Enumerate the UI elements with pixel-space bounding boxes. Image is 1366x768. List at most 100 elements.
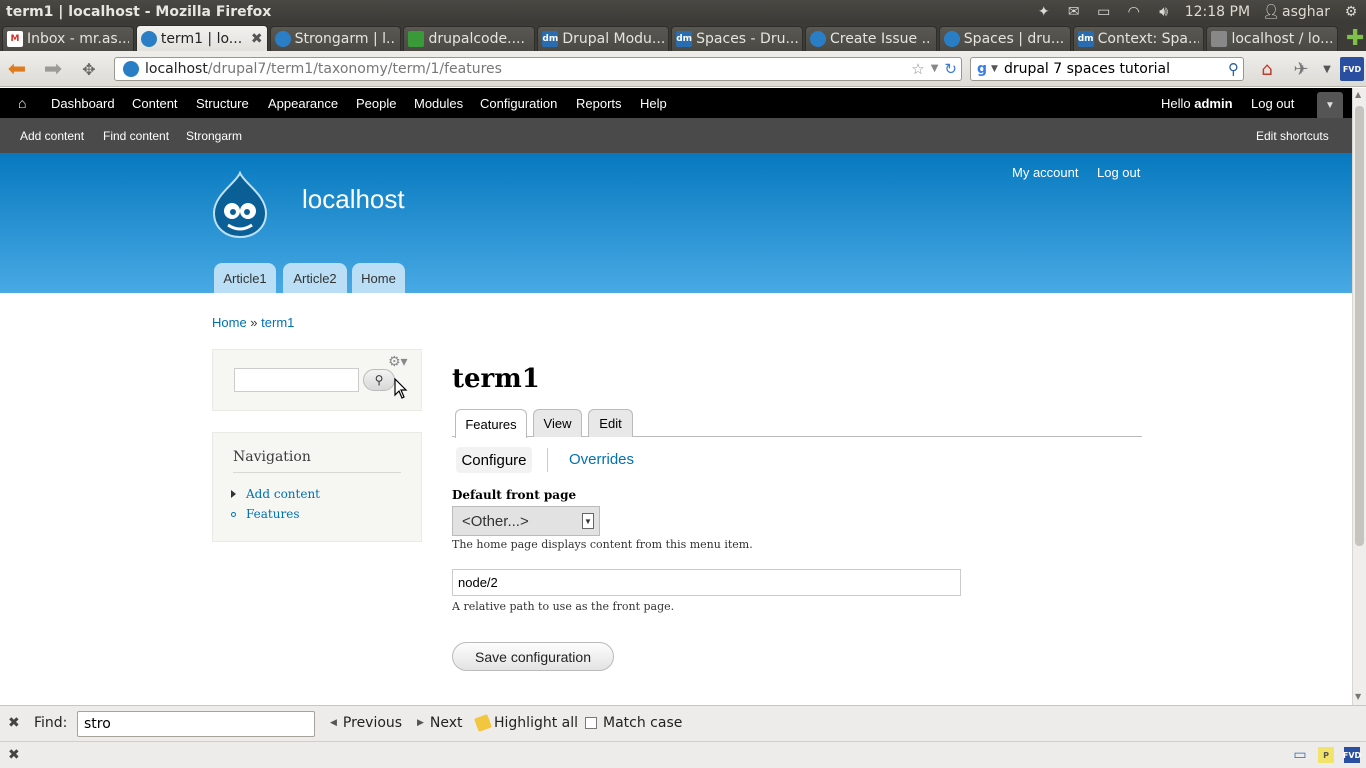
match-case-checkbox[interactable]: Match case	[585, 715, 682, 731]
volume-icon[interactable]: 🔊︎	[1155, 4, 1173, 20]
main-menu-home[interactable]: Home	[352, 263, 405, 293]
find-bar: ✖ Find: stro ◀ Previous ▶ Next Highlight a…	[0, 705, 1366, 741]
highlight-all-button[interactable]: Highlight all	[474, 714, 578, 732]
main-menu-article2[interactable]: Article2	[283, 263, 347, 293]
my-account-link[interactable]: My account	[1012, 165, 1078, 180]
nav-item-add-content[interactable]: Add content	[231, 487, 320, 501]
find-next-button[interactable]: ▶ Next	[417, 715, 463, 731]
close-tab-icon[interactable]: ✖	[251, 31, 263, 47]
main-menu-article1[interactable]: Article1	[214, 263, 276, 293]
header-logout-link[interactable]: Log out	[1097, 165, 1140, 180]
close-find-icon[interactable]: ✖	[8, 715, 20, 731]
browser-tab[interactable]: drupalcode....	[403, 26, 536, 51]
browser-tab[interactable]: Create Issue ...	[804, 26, 937, 51]
browser-tab[interactable]: dm Context: Spa...	[1072, 26, 1205, 51]
shortcut-strongarm[interactable]: Strongarm	[186, 129, 242, 143]
fvd-downloader-icon[interactable]: FVD	[1340, 57, 1364, 81]
browser-tab[interactable]: dm Drupal Modu...	[537, 26, 670, 51]
drupal-logo[interactable]	[210, 171, 270, 239]
front-page-path-input[interactable]: node/2	[452, 569, 961, 596]
browser-tab[interactable]: M Inbox - mr.as...	[2, 26, 134, 51]
admin-link-people[interactable]: People	[356, 96, 396, 111]
shortcuts-toggle-icon[interactable]: ▼	[1317, 92, 1343, 118]
chat-icon[interactable]: ▭	[1292, 747, 1308, 763]
page-scrollbar[interactable]: ▲ ▼	[1352, 88, 1366, 705]
admin-username[interactable]: admin	[1194, 96, 1232, 111]
clock[interactable]: 12:18 PM	[1185, 4, 1250, 20]
browser-tab[interactable]: term1 | lo... ✖	[135, 25, 268, 51]
find-input[interactable]: stro	[77, 711, 315, 737]
home-icon[interactable]: ⌂	[1254, 57, 1280, 81]
secondary-tab-overrides[interactable]: Overrides	[569, 451, 634, 468]
admin-link-configuration[interactable]: Configuration	[480, 96, 557, 111]
scroll-up-icon[interactable]: ▲	[1355, 90, 1361, 99]
tab-view[interactable]: View	[533, 409, 582, 437]
breadcrumb-term1[interactable]: term1	[261, 315, 294, 330]
google-engine-icon[interactable]: g	[977, 61, 987, 77]
close-addon-bar-icon[interactable]: ✖	[8, 747, 20, 763]
admin-link-dashboard[interactable]: Dashboard	[51, 96, 115, 111]
browser-tab[interactable]: Spaces | dru...	[938, 26, 1071, 51]
edit-shortcuts-link[interactable]: Edit shortcuts	[1256, 129, 1329, 143]
back-arrow-icon[interactable]: ⬅	[4, 57, 30, 82]
nav-item-features[interactable]: Features	[231, 507, 299, 521]
search-input[interactable]	[234, 368, 359, 392]
user-icon[interactable]: 👤︎	[1262, 4, 1280, 20]
save-configuration-button[interactable]: Save configuration	[452, 642, 614, 671]
new-tab-icon[interactable]: ✚	[1344, 26, 1366, 51]
admin-link-modules[interactable]: Modules	[414, 96, 463, 111]
status-icons: ▭ P FVD	[1292, 747, 1361, 763]
forward-arrow-icon[interactable]: ➡	[40, 57, 66, 82]
engine-dropdown-icon[interactable]: ▼	[991, 64, 998, 74]
admin-logout-link[interactable]: Log out	[1251, 96, 1294, 111]
bookmark-star-icon[interactable]: ☆	[911, 60, 924, 78]
dropdown-arrow-icon[interactable]: ▼	[931, 63, 939, 78]
power-gear-icon[interactable]: ⚙	[1342, 4, 1360, 20]
site-header: localhost My account Log out Article1 Ar…	[0, 153, 1352, 293]
mail-icon[interactable]: ✉	[1065, 4, 1083, 20]
site-name[interactable]: localhost	[302, 184, 405, 215]
shortcut-find-content[interactable]: Find content	[103, 129, 169, 143]
admin-link-structure[interactable]: Structure	[196, 96, 249, 111]
secondary-tab-configure[interactable]: Configure	[456, 447, 532, 473]
scrollbar-thumb[interactable]	[1355, 106, 1364, 546]
fvd-status-icon[interactable]: FVD	[1343, 747, 1361, 763]
url-path: /drupal7/term1/taxonomy/term/1/features	[207, 61, 502, 77]
addon-icon[interactable]: ✈	[1288, 57, 1314, 81]
menu-dropdown-icon[interactable]: ▼	[1322, 57, 1332, 81]
wifi-icon[interactable]: ◠	[1125, 4, 1143, 20]
breadcrumb-home[interactable]: Home	[212, 315, 247, 330]
admin-link-appearance[interactable]: Appearance	[268, 96, 338, 111]
os-top-panel: term1 | localhost - Mozilla Firefox ✦ ✉ …	[0, 0, 1366, 24]
reload-icon[interactable]: ↻	[944, 60, 957, 78]
tab-features[interactable]: Features	[455, 409, 527, 438]
admin-link-help[interactable]: Help	[640, 96, 667, 111]
admin-link-reports[interactable]: Reports	[576, 96, 622, 111]
admin-link-content[interactable]: Content	[132, 96, 178, 111]
url-bar[interactable]: localhost/drupal7/term1/taxonomy/term/1/…	[114, 57, 962, 81]
home-icon[interactable]: ⌂	[18, 95, 34, 111]
gear-icon[interactable]: ⚙▾	[388, 354, 408, 370]
shortcut-add-content[interactable]: Add content	[20, 129, 84, 143]
highlighter-icon	[474, 714, 492, 732]
browser-tab[interactable]: localhost / lo...	[1206, 26, 1339, 51]
search-button[interactable]: ⚲	[363, 369, 395, 391]
find-previous-button[interactable]: ◀ Previous	[330, 715, 402, 731]
search-icon[interactable]: ⚲	[1228, 60, 1239, 78]
tab-edit[interactable]: Edit	[588, 409, 633, 437]
browser-tab-label: term1 | lo...	[160, 30, 243, 47]
username-label[interactable]: asghar	[1282, 4, 1330, 20]
system-tray: ✦ ✉ ▭ ◠ 🔊︎ 12:18 PM 👤︎ asghar ⚙	[1035, 0, 1360, 24]
web-search-bar[interactable]: g ▼ drupal 7 spaces tutorial ⚲	[970, 57, 1244, 81]
nav-item-label[interactable]: Add content	[246, 487, 320, 501]
browser-tab-label: Drupal Modu...	[562, 31, 665, 47]
dropbox-icon[interactable]: ✦	[1035, 4, 1053, 20]
pagerank-icon[interactable]: P	[1318, 747, 1334, 763]
nav-item-label[interactable]: Features	[246, 507, 299, 521]
bookmark-tool-icon[interactable]: ✥	[76, 57, 102, 81]
browser-tab[interactable]: dm Spaces - Dru...	[671, 26, 803, 51]
front-page-select[interactable]: <Other...> ▼	[452, 506, 600, 536]
scroll-down-icon[interactable]: ▼	[1355, 692, 1361, 701]
browser-tab[interactable]: Strongarm | l...	[269, 26, 402, 51]
battery-icon[interactable]: ▭	[1095, 4, 1113, 20]
